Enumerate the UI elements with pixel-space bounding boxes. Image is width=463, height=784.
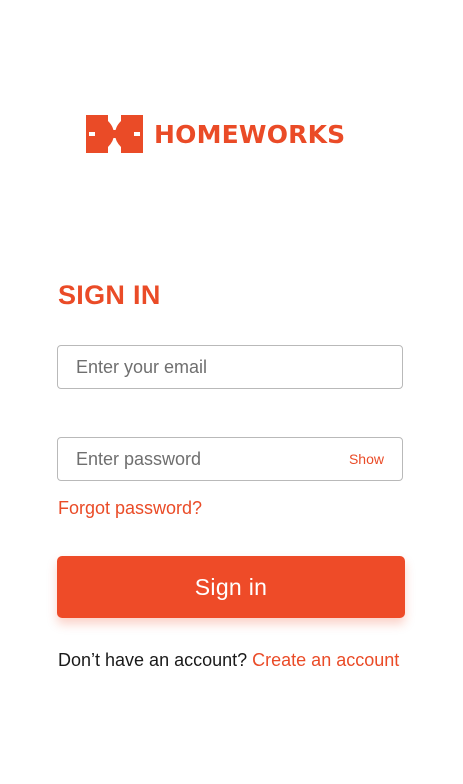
brand-logo: HOMEWORKS <box>86 114 345 154</box>
password-field-container: Show <box>57 437 403 481</box>
create-account-prompt: Don’t have an account? Create an account <box>58 649 399 671</box>
brand-name: HOMEWORKS <box>154 119 346 149</box>
create-account-link[interactable]: Create an account <box>252 650 399 670</box>
email-field[interactable] <box>58 346 402 388</box>
sign-in-screen: HOMEWORKS SIGN IN Show Forgot password? … <box>0 0 463 784</box>
email-field-container <box>57 345 403 389</box>
page-title: SIGN IN <box>58 280 161 310</box>
no-account-text: Don’t have an account? <box>58 650 248 670</box>
forgot-password-link[interactable]: Forgot password? <box>58 497 202 519</box>
show-password-toggle[interactable]: Show <box>349 438 384 480</box>
sign-in-button[interactable]: Sign in <box>57 556 405 618</box>
homeworks-logo-icon <box>86 115 143 153</box>
